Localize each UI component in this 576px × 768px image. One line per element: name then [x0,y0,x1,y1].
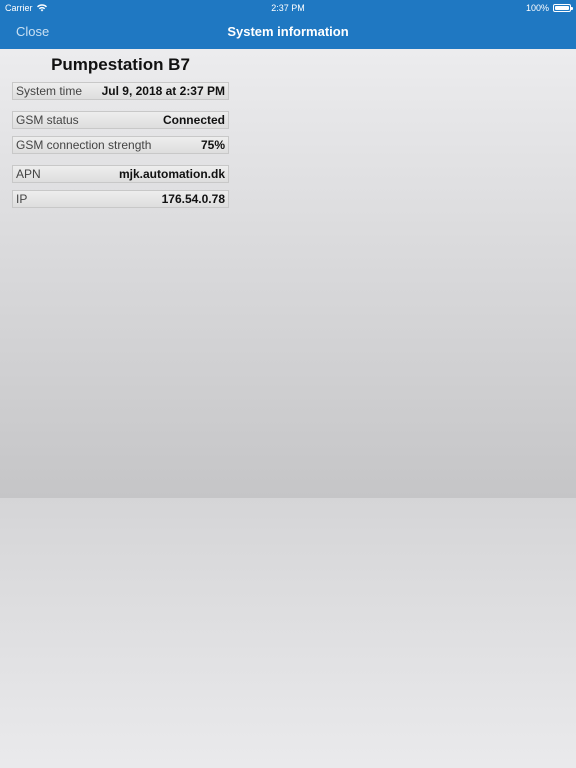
battery-icon [553,4,573,12]
row-label: APN [16,167,41,181]
info-row-system-time: System time Jul 9, 2018 at 2:37 PM [12,82,229,100]
status-bar: Carrier 2:37 PM 100% [0,0,576,16]
battery-indicator: 100% [525,3,573,13]
page-title: System information [227,24,349,39]
row-label: IP [16,192,28,206]
row-value: Jul 9, 2018 at 2:37 PM [101,84,225,98]
row-value: Connected [162,113,225,127]
battery-label: 100% [525,3,549,13]
row-label: GSM status [16,113,79,127]
row-value: mjk.automation.dk [118,167,225,181]
row-label: GSM connection strength [16,138,152,152]
row-value: 75% [200,138,225,152]
navigation-bar: Close System information [0,16,576,49]
row-value: 176.54.0.78 [161,192,225,206]
info-row-gsm-status: GSM status Connected [12,111,229,129]
row-label: System time [16,84,83,98]
info-row-ip: IP 176.54.0.78 [12,190,229,208]
info-row-apn: APN mjk.automation.dk [12,165,229,183]
station-name: Pumpestation B7 [51,55,190,74]
status-time: 2:37 PM [271,3,305,13]
info-row-gsm-strength: GSM connection strength 75% [12,136,229,154]
lower-pane [0,498,576,768]
